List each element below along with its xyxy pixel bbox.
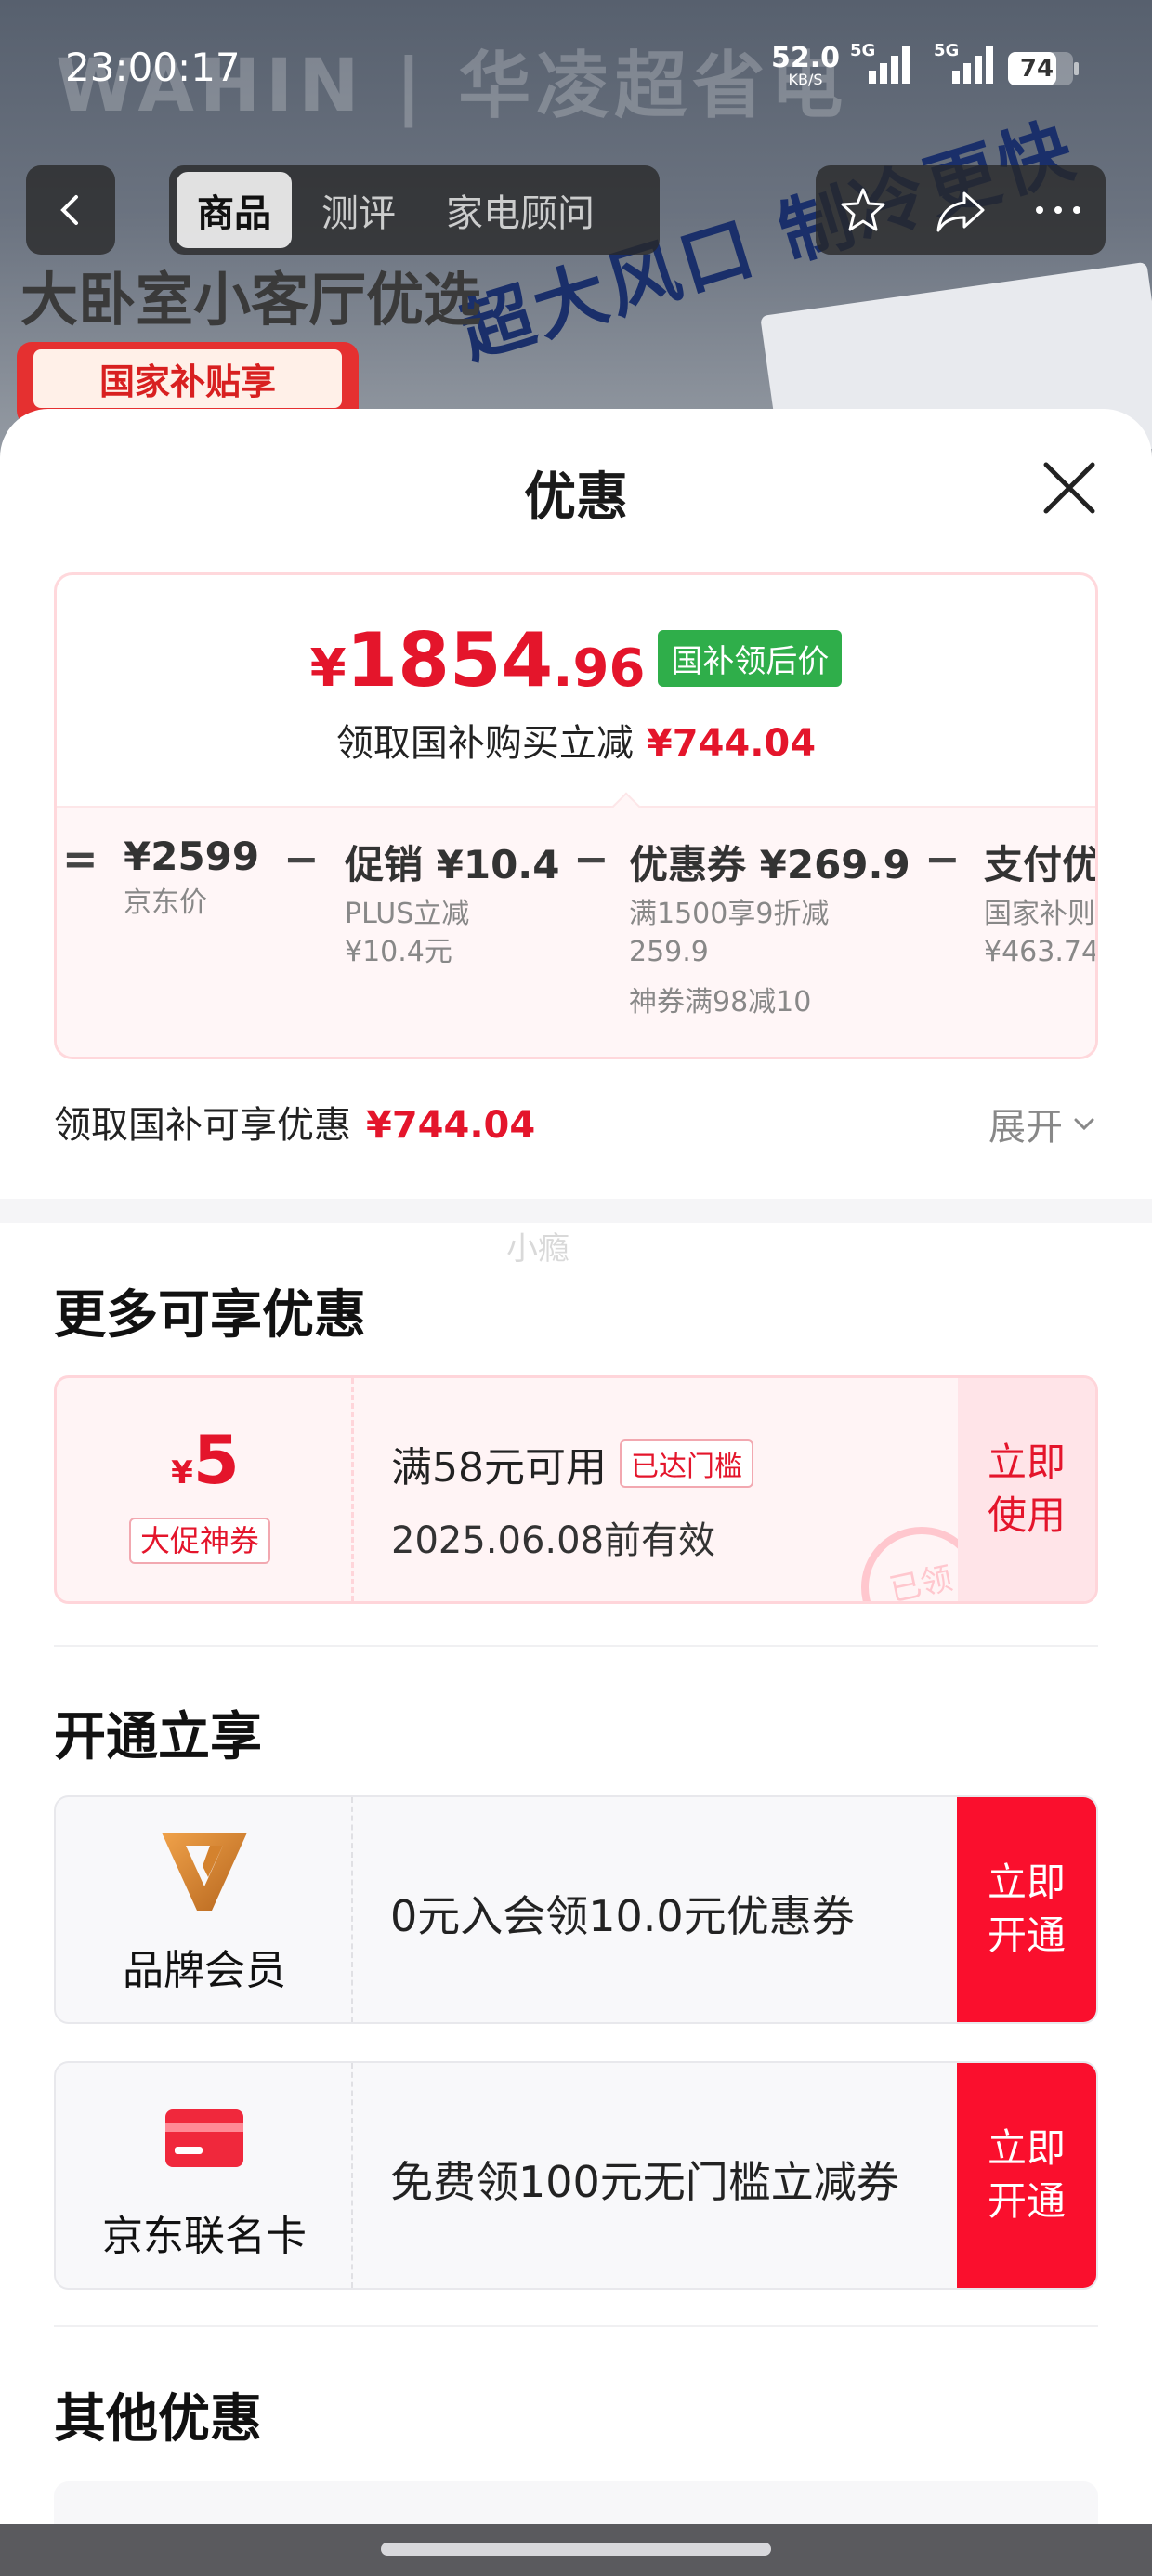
brand-v-icon [162,1833,247,1911]
breakdown-list-price: ¥2599 京东价 [124,834,260,919]
coupon-card: ¥5 大促神券 满58元可用 已达门槛 2025.06.08前有效 已领 立即 使… [54,1375,1098,1604]
breakdown-payment: 支付优 国家补则 ¥463.74 [984,842,1098,968]
signal-icon [869,46,910,84]
discount-sheet: 优惠 ¥1854.96 国补领后价 领取国补购买立减 ¥744.04 = ¥259… [0,409,1152,2528]
apply-now-button[interactable]: 立即 开通 [957,2063,1096,2288]
brand-member-card: 品牌会员 0元入会领10.0元优惠券 立即 开通 [54,1795,1098,2024]
clock: 23:00:17 [65,45,241,90]
price-summary-card: ¥1854.96 国补领后价 领取国补购买立减 ¥744.04 = ¥2599 京… [54,572,1098,1059]
operator: = [62,834,98,884]
card-offer-text: 免费领100元无门槛立减券 [390,2157,899,2207]
membership-title: 开通立享 [54,1707,262,1768]
nav-actions [816,165,1106,255]
coupon-amount: ¥5 [171,1421,240,1499]
back-arrow-icon [60,195,78,225]
operator: − [573,834,609,884]
chevron-down-icon [1074,1118,1094,1131]
back-button[interactable] [26,165,115,255]
sheet-title: 优惠 [524,467,628,528]
join-now-button[interactable]: 立即 开通 [957,1797,1096,2022]
card-icon [165,2109,243,2167]
close-icon[interactable] [1039,457,1100,519]
more-icon[interactable] [1032,201,1084,219]
other-offer-card [54,2481,1098,2528]
system-navigation-bar [0,2524,1152,2576]
expand-button[interactable]: 展开 [988,1097,1098,1150]
product-headline: 大卧室小客厅优选 [20,266,482,334]
operator: − [924,834,961,884]
price-type-tag: 国补领后价 [658,630,843,687]
coupon-type-badge: 大促神券 [129,1518,271,1564]
page-tabs: 商品 测评 家电顾问 [169,165,660,255]
tab-review[interactable]: 测评 [301,172,416,248]
subsidy-discount-amount: ¥744.04 [366,1104,536,1147]
member-offer-text: 0元入会领10.0元优惠券 [390,1891,855,1941]
subsidy-discount-row: 领取国补可享优惠 ¥744.04 展开 [54,1095,1098,1150]
operator: − [283,834,320,884]
breakdown-promotion: 促销 ¥10.4 PLUS立减 ¥10.4元 [345,842,560,968]
other-offers-title: 其他优惠 [54,2389,262,2450]
price-breakdown: = ¥2599 京东价 − 促销 ¥10.4 PLUS立减 ¥10.4元 − 优惠… [57,806,1098,1057]
watermark: 小瘾 [506,1230,569,1268]
star-icon[interactable] [837,184,889,236]
tab-appliance-advisor[interactable]: 家电顾问 [425,172,615,248]
threshold-reached-badge: 已达门槛 [620,1439,753,1488]
signal-icon [952,46,993,84]
tab-product[interactable]: 商品 [177,172,292,248]
breakdown-coupon: 优惠券 ¥269.9 满1500享9折减 259.9 神券满98减10 [629,842,910,1019]
jd-cobrand-card: 京东联名卡 免费领100元无门槛立减券 立即 开通 [54,2061,1098,2290]
card-name: 京东联名卡 [102,2213,307,2260]
member-name: 品牌会员 [123,1947,286,1994]
coupon-condition: 满58元可用 已达门槛 [391,1434,753,1493]
network-speed: 52.0 KB/S [771,42,841,88]
use-now-button[interactable]: 立即 使用 [958,1378,1095,1601]
home-indicator[interactable] [381,2543,771,2556]
share-icon[interactable] [933,184,988,236]
battery-icon: 74 [1008,52,1079,85]
final-price: ¥1854.96 [309,617,646,703]
status-bar: 23:00:17 52.0 KB/S 5G 5G 74 [0,37,1152,102]
reduce-line: 领取国补购买立减 ¥744.04 [335,722,817,765]
coupon-validity: 2025.06.08前有效 [391,1519,716,1562]
more-offers-title: 更多可享优惠 [54,1285,366,1346]
